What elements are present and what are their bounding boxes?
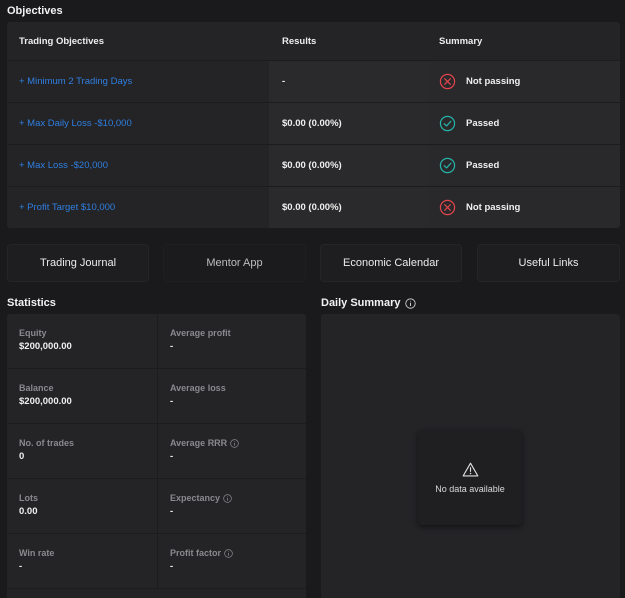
tab-label: Useful Links xyxy=(518,257,579,269)
stat-label: Lots xyxy=(19,493,38,503)
stat-win-rate: Win rate - xyxy=(7,534,157,588)
tab-trading-journal[interactable]: Trading Journal xyxy=(7,244,149,282)
stat-label: Average RRR xyxy=(170,438,228,448)
objective-status: Not passing xyxy=(439,199,520,216)
info-icon[interactable] xyxy=(230,438,239,448)
table-row: + Max Loss -$20,000 $0.00 (0.00%) Passed xyxy=(7,144,620,186)
stat-value: - xyxy=(19,561,23,572)
status-text: Not passing xyxy=(466,76,521,87)
stat-value: 0.00 xyxy=(19,506,38,517)
daily-summary-title-text: Daily Summary xyxy=(321,297,401,309)
stat-label-wrap: Average RRR xyxy=(170,438,294,448)
tab-label: Mentor App xyxy=(206,257,263,269)
status-text: Not passing xyxy=(466,202,521,213)
stat-value: - xyxy=(170,451,174,462)
stat-average-loss: Average loss - xyxy=(157,369,306,423)
stat-lots: Lots 0.00 xyxy=(7,479,157,533)
objective-result: - xyxy=(269,61,429,102)
stat-expectancy: Expectancy - xyxy=(157,479,306,533)
stat-value: 0 xyxy=(19,451,25,462)
objective-link-max-daily-loss[interactable]: + Max Daily Loss -$10,000 xyxy=(19,118,132,129)
no-data-text: No data available xyxy=(435,483,505,494)
stat-row: Balance $200,000.00 Average loss - xyxy=(7,369,306,424)
stat-value: - xyxy=(170,396,174,407)
table-row: + Profit Target $10,000 $0.00 (0.00%) No… xyxy=(7,186,620,228)
stat-row: Equity $200,000.00 Average profit - xyxy=(7,314,306,369)
info-icon[interactable] xyxy=(223,493,232,503)
stat-row: No. of trades 0 Average RRR - xyxy=(7,424,306,479)
stat-label: No. of trades xyxy=(19,438,75,448)
objective-status: Not passing xyxy=(439,73,520,90)
stat-label: Expectancy xyxy=(170,493,221,503)
stat-label: Average profit xyxy=(170,328,231,338)
stat-label: Equity xyxy=(19,328,47,338)
objective-result: $0.00 (0.00%) xyxy=(269,103,429,144)
header-results: Results xyxy=(282,35,317,47)
objective-status: Passed xyxy=(439,157,499,174)
no-data-card: No data available xyxy=(418,430,522,525)
stat-label-wrap: Expectancy xyxy=(170,493,294,503)
stat-label: Balance xyxy=(19,383,54,393)
header-summary: Summary xyxy=(439,35,483,47)
objective-link-min-trading-days[interactable]: + Minimum 2 Trading Days xyxy=(19,76,132,87)
stat-value: - xyxy=(170,506,174,517)
stat-label: Average loss xyxy=(170,383,226,393)
stat-value: - xyxy=(170,341,174,352)
stat-profit-factor: Profit factor - xyxy=(157,534,306,588)
daily-summary-title: Daily Summary xyxy=(321,297,417,309)
header-trading-objectives: Trading Objectives xyxy=(19,35,104,47)
stat-equity: Equity $200,000.00 xyxy=(7,314,157,368)
statistics-title: Statistics xyxy=(7,297,56,309)
stat-balance: Balance $200,000.00 xyxy=(7,369,157,423)
stat-label: Win rate xyxy=(19,548,55,558)
status-text: Passed xyxy=(466,118,500,129)
objective-link-profit-target[interactable]: + Profit Target $10,000 xyxy=(19,202,115,213)
objectives-table: Trading Objectives Results Summary + Min… xyxy=(7,22,620,228)
x-circle-icon xyxy=(439,73,456,90)
objectives-title: Objectives xyxy=(7,5,63,17)
stat-row: Lots 0.00 Expectancy - xyxy=(7,479,306,534)
stat-value: $200,000.00 xyxy=(19,341,72,352)
stat-value: - xyxy=(170,561,174,572)
tab-label: Economic Calendar xyxy=(343,257,439,269)
daily-summary-panel: No data available xyxy=(321,314,620,598)
status-text: Passed xyxy=(466,160,500,171)
check-circle-icon xyxy=(439,157,456,174)
tab-mentor-app[interactable]: Mentor App xyxy=(163,244,306,282)
stat-average-rrr: Average RRR - xyxy=(157,424,306,478)
statistics-panel: Equity $200,000.00 Average profit - Bala… xyxy=(7,314,306,598)
stat-average-profit: Average profit - xyxy=(157,314,306,368)
table-row: + Minimum 2 Trading Days - Not passing xyxy=(7,60,620,102)
stat-row: Win rate - Profit factor - xyxy=(7,534,306,589)
objective-status: Passed xyxy=(439,115,499,132)
tab-label: Trading Journal xyxy=(39,257,117,269)
tab-useful-links[interactable]: Useful Links xyxy=(477,244,620,282)
table-row: + Max Daily Loss -$10,000 $0.00 (0.00%) … xyxy=(7,102,620,144)
stat-label: Profit factor xyxy=(170,548,222,558)
stat-no-of-trades: No. of trades 0 xyxy=(7,424,157,478)
stat-value: $200,000.00 xyxy=(19,396,72,407)
tab-economic-calendar[interactable]: Economic Calendar xyxy=(320,244,462,282)
objective-link-max-loss[interactable]: + Max Loss -$20,000 xyxy=(19,160,108,171)
warning-icon xyxy=(462,462,478,476)
objective-result: $0.00 (0.00%) xyxy=(269,187,429,228)
x-circle-icon xyxy=(439,199,456,216)
stat-label-wrap: Profit factor xyxy=(170,548,294,558)
objectives-table-header: Trading Objectives Results Summary xyxy=(7,22,620,60)
objective-result: $0.00 (0.00%) xyxy=(269,145,429,186)
check-circle-icon xyxy=(439,115,456,132)
info-icon[interactable] xyxy=(224,548,233,558)
info-icon[interactable] xyxy=(405,297,417,309)
